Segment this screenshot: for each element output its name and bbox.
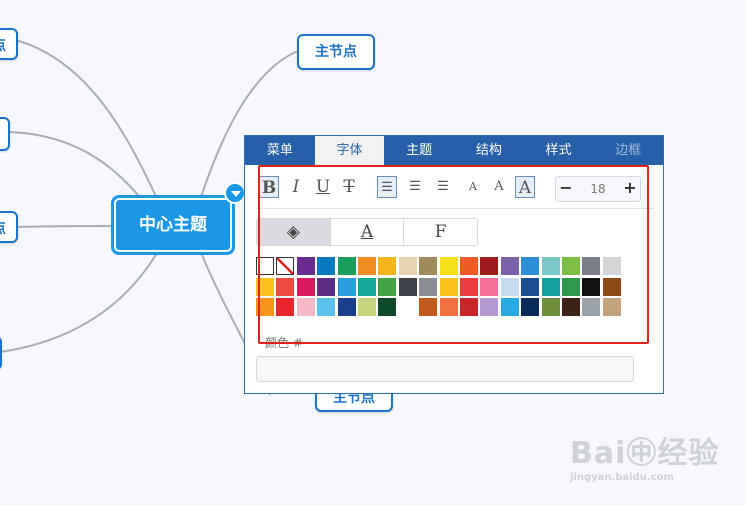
highlight-annotation-box: [258, 165, 649, 344]
center-topic-label: 中心主题: [139, 215, 207, 235]
tab-font[interactable]: 字体: [314, 136, 385, 165]
tab-style[interactable]: 样式: [524, 136, 594, 165]
left-node-3-label: 点: [0, 221, 6, 237]
left-node-1-label: 点: [0, 38, 6, 54]
color-hex-input[interactable]: [256, 356, 634, 382]
center-topic[interactable]: 中心主题: [111, 195, 235, 255]
tab-menu[interactable]: 菜单: [245, 136, 315, 165]
baidu-watermark: Bai㊥经验 jingyan.baidu.com: [570, 428, 720, 483]
watermark-url: jingyan.baidu.com: [570, 472, 674, 483]
tab-theme[interactable]: 主题: [384, 136, 454, 165]
left-node-4[interactable]: [0, 336, 2, 370]
left-node-2[interactable]: [0, 117, 10, 151]
tab-border[interactable]: 边框: [593, 136, 663, 165]
main-node-top-label: 主节点: [315, 44, 357, 60]
collapse-toggle-icon[interactable]: [224, 182, 246, 204]
left-node-1[interactable]: 点: [0, 28, 18, 60]
main-node-top[interactable]: 主节点: [297, 34, 375, 70]
left-node-3[interactable]: 点: [0, 211, 18, 243]
tab-structure[interactable]: 结构: [454, 136, 524, 165]
panel-tabs: 菜单 字体 主题 结构 样式 边框: [245, 136, 663, 165]
watermark-logo-text: Bai㊥经验: [570, 436, 720, 471]
